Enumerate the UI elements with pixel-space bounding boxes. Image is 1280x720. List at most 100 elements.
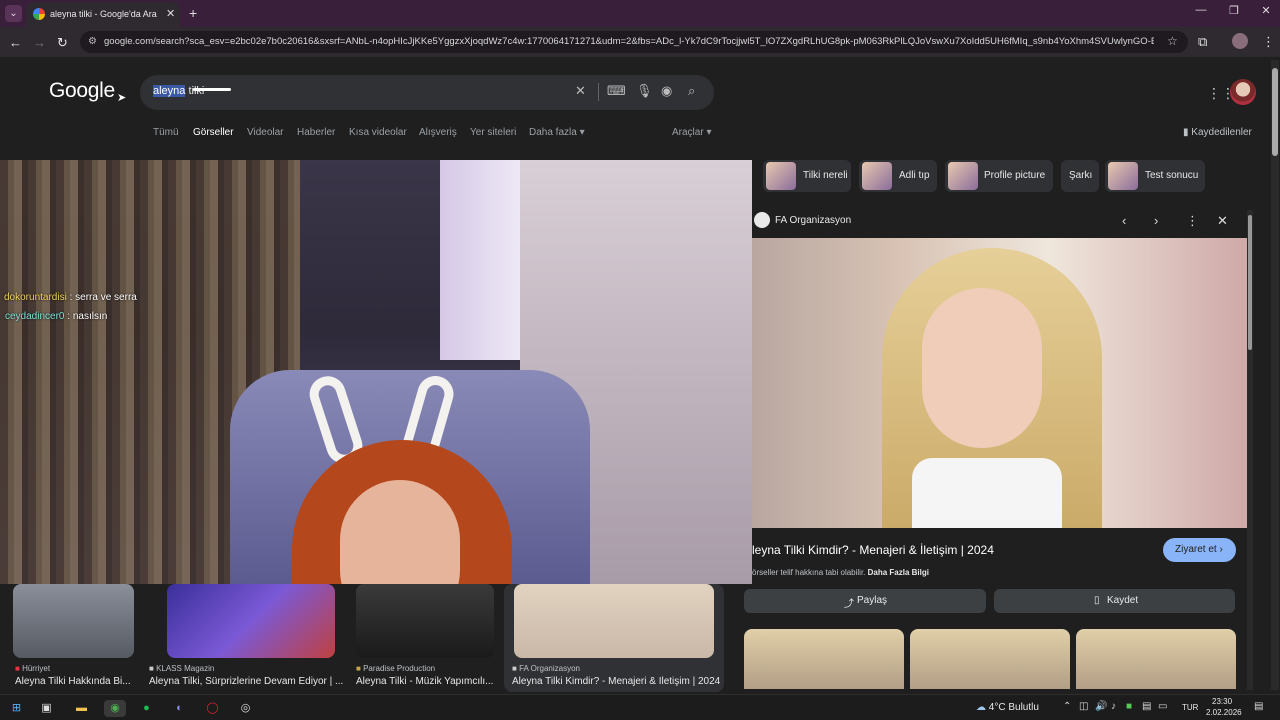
clock-time[interactable]: 23:30 [1212,697,1232,706]
panel-source[interactable]: FA Organizasyon [775,215,851,226]
windows-taskbar: ⊞ ▣ ▬ ◉ ● ◐ ◯ ◎ ☁ 4°C Bulutlu ⌃ ◫ 🔊 ♪ ■ … [0,694,1280,720]
forward-icon[interactable]: → [33,35,46,50]
network-icon[interactable]: ▤ [1142,701,1151,712]
more-info-link[interactable]: Daha Fazla Bilgi [868,568,929,577]
close-panel-icon[interactable]: ✕ [1217,213,1228,229]
window-close-icon[interactable]: ✕ [1256,4,1276,17]
page-scrollbar-thumb[interactable] [1272,68,1278,156]
windows-start-icon[interactable]: ⊞ [8,700,25,717]
result-source-name: Hürriyet [22,664,51,673]
panel-scrollbar-thumb[interactable] [1248,215,1252,350]
panel-title[interactable]: leyna Tilki Kimdir? - Menajeri & İletişi… [752,543,994,557]
next-icon[interactable]: › [1154,213,1158,228]
visit-button[interactable]: Ziyaret et › [1163,538,1236,562]
display-icon[interactable]: ▭ [1158,701,1167,712]
clock-date[interactable]: 2.02.2026 [1206,708,1242,717]
url-text[interactable]: google.com/search?sca_esv=e2bc02e7b0c206… [104,36,1154,47]
result-source: ■ FA Organizasyon [512,664,580,673]
related-image[interactable] [744,629,904,689]
tab-close-icon[interactable]: ✕ [166,7,175,20]
new-tab-icon[interactable]: + [189,5,197,21]
result-card[interactable]: ■ Hürriyet Aleyna Tilki Hakkında Bi... [13,584,141,692]
task-view-icon[interactable]: ▣ [38,700,55,717]
tools-button[interactable]: Araçlar ▾ [672,127,711,138]
bookmark-star-icon[interactable]: ☆ [1167,34,1178,48]
tray-app-icon[interactable]: ◫ [1079,701,1088,712]
green-tray-icon[interactable]: ■ [1126,701,1132,712]
keyboard-icon[interactable]: ⌨ [607,83,626,99]
chip[interactable]: Test sonucu [1105,160,1205,192]
file-explorer-icon[interactable]: ▬ [73,700,90,717]
microphone-icon[interactable]: 🎙 [636,83,653,99]
chip[interactable]: Tilki nereli [763,160,851,192]
result-thumbnail[interactable] [356,584,494,658]
related-image[interactable] [1076,629,1236,689]
source-icon: ■ [15,664,23,673]
chat-username: ceydadincer0 [5,311,65,322]
extensions-icon[interactable]: ⧉ [1198,34,1207,50]
tab-short-videos[interactable]: Kısa videolar [349,127,407,138]
show-hidden-icons-icon[interactable]: ⌃ [1063,701,1071,712]
result-thumbnail[interactable] [167,584,335,658]
speaker-icon[interactable]: ♪ [1111,701,1116,712]
google-logo[interactable]: Google [49,79,115,103]
result-title[interactable]: Aleyna Tilki Kimdir? - Menajeri & İletiş… [512,676,722,687]
volume-icon[interactable]: 🔊 [1095,701,1107,712]
menu-kebab-icon[interactable]: ⋮ [1262,34,1275,50]
tab-all[interactable]: Tümü [153,127,179,138]
image-results-row: ■ Hürriyet Aleyna Tilki Hakkında Bi... ■… [0,584,740,694]
profile-avatar-icon[interactable] [1232,33,1248,49]
visit-label: Ziyaret et › [1175,544,1223,555]
notification-icon[interactable]: ▤ [1254,701,1263,712]
search-icon[interactable]: ⌕ [688,83,695,99]
google-lens-icon[interactable]: ◉ [661,83,672,99]
search-input[interactable]: aleyna tilki [153,85,204,97]
more-options-icon[interactable]: ⋮ [1186,213,1199,229]
tab-web[interactable]: Yer siteleri [470,127,516,138]
clear-search-icon[interactable]: ✕ [575,83,586,99]
tab-search-chevron-icon[interactable]: ⌄ [5,5,22,22]
tab-videos[interactable]: Videolar [247,127,284,138]
weather-widget[interactable]: ☁ 4°C Bulutlu [976,702,1039,713]
result-title[interactable]: Aleyna Tilki, Sürprizlerine Devam Ediyor… [149,676,344,687]
result-card[interactable]: ■ Paradise Production Aleyna Tilki - Müz… [356,584,496,692]
reload-icon[interactable]: ↻ [57,35,68,51]
related-image[interactable] [910,629,1070,689]
result-thumbnail[interactable] [514,584,714,658]
related-search-chips: Tilki nereli Adli tıp Profile picture Şa… [760,158,1220,194]
obs-icon[interactable]: ◎ [237,700,254,717]
opera-gx-icon[interactable]: ◯ [204,700,221,717]
spotify-icon[interactable]: ● [138,700,155,717]
result-title[interactable]: Aleyna Tilki - Müzik Yapımcılı... [356,676,496,687]
address-bar[interactable]: ⚙ google.com/search?sca_esv=e2bc02e7b0c2… [80,31,1188,53]
result-card[interactable]: ■ KLASS Magazin Aleyna Tilki, Sürprizler… [149,584,344,692]
chip[interactable]: Şarkı [1061,160,1099,192]
preview-image[interactable] [752,238,1247,528]
site-info-icon[interactable]: ⚙ [88,36,97,47]
account-avatar[interactable] [1230,79,1256,105]
discord-icon[interactable]: ◐ [171,700,188,717]
share-button[interactable]: ⤴ Paylaş [744,589,986,613]
save-button[interactable]: ▯ Kaydet [994,589,1235,613]
chip[interactable]: Adli tıp [859,160,937,192]
minimize-icon[interactable]: — [1191,4,1211,16]
result-source-name: FA Organizasyon [519,664,580,673]
stream-video [0,160,752,584]
restore-icon[interactable]: ❐ [1224,4,1244,17]
result-card-selected[interactable]: ■ FA Organizasyon Aleyna Tilki Kimdir? -… [504,584,724,692]
search-box[interactable]: aleyna tilki ✕ ⌨ 🎙 ◉ ⌕ [140,75,714,110]
back-icon[interactable]: ← [9,35,22,50]
language-indicator[interactable]: TUR [1182,703,1198,712]
saved-link[interactable]: ▮ Kaydedilenler [1183,127,1252,138]
tab-images[interactable]: Görseller [193,127,234,138]
tab-strip: ⌄ aleyna tilki - Google'da Ara ✕ + — ❐ ✕ [0,0,1280,27]
chip[interactable]: Profile picture [945,160,1053,192]
result-title[interactable]: Aleyna Tilki Hakkında Bi... [15,676,141,687]
previous-icon[interactable]: ‹ [1122,213,1126,228]
result-thumbnail[interactable] [13,584,134,658]
tab-more[interactable]: Daha fazla ▾ [529,127,585,138]
browser-tab[interactable]: aleyna tilki - Google'da Ara ✕ [26,2,180,27]
tab-news[interactable]: Haberler [297,127,335,138]
chrome-taskbar-icon[interactable]: ◉ [104,700,126,717]
tab-shopping[interactable]: Alışveriş [419,127,457,138]
